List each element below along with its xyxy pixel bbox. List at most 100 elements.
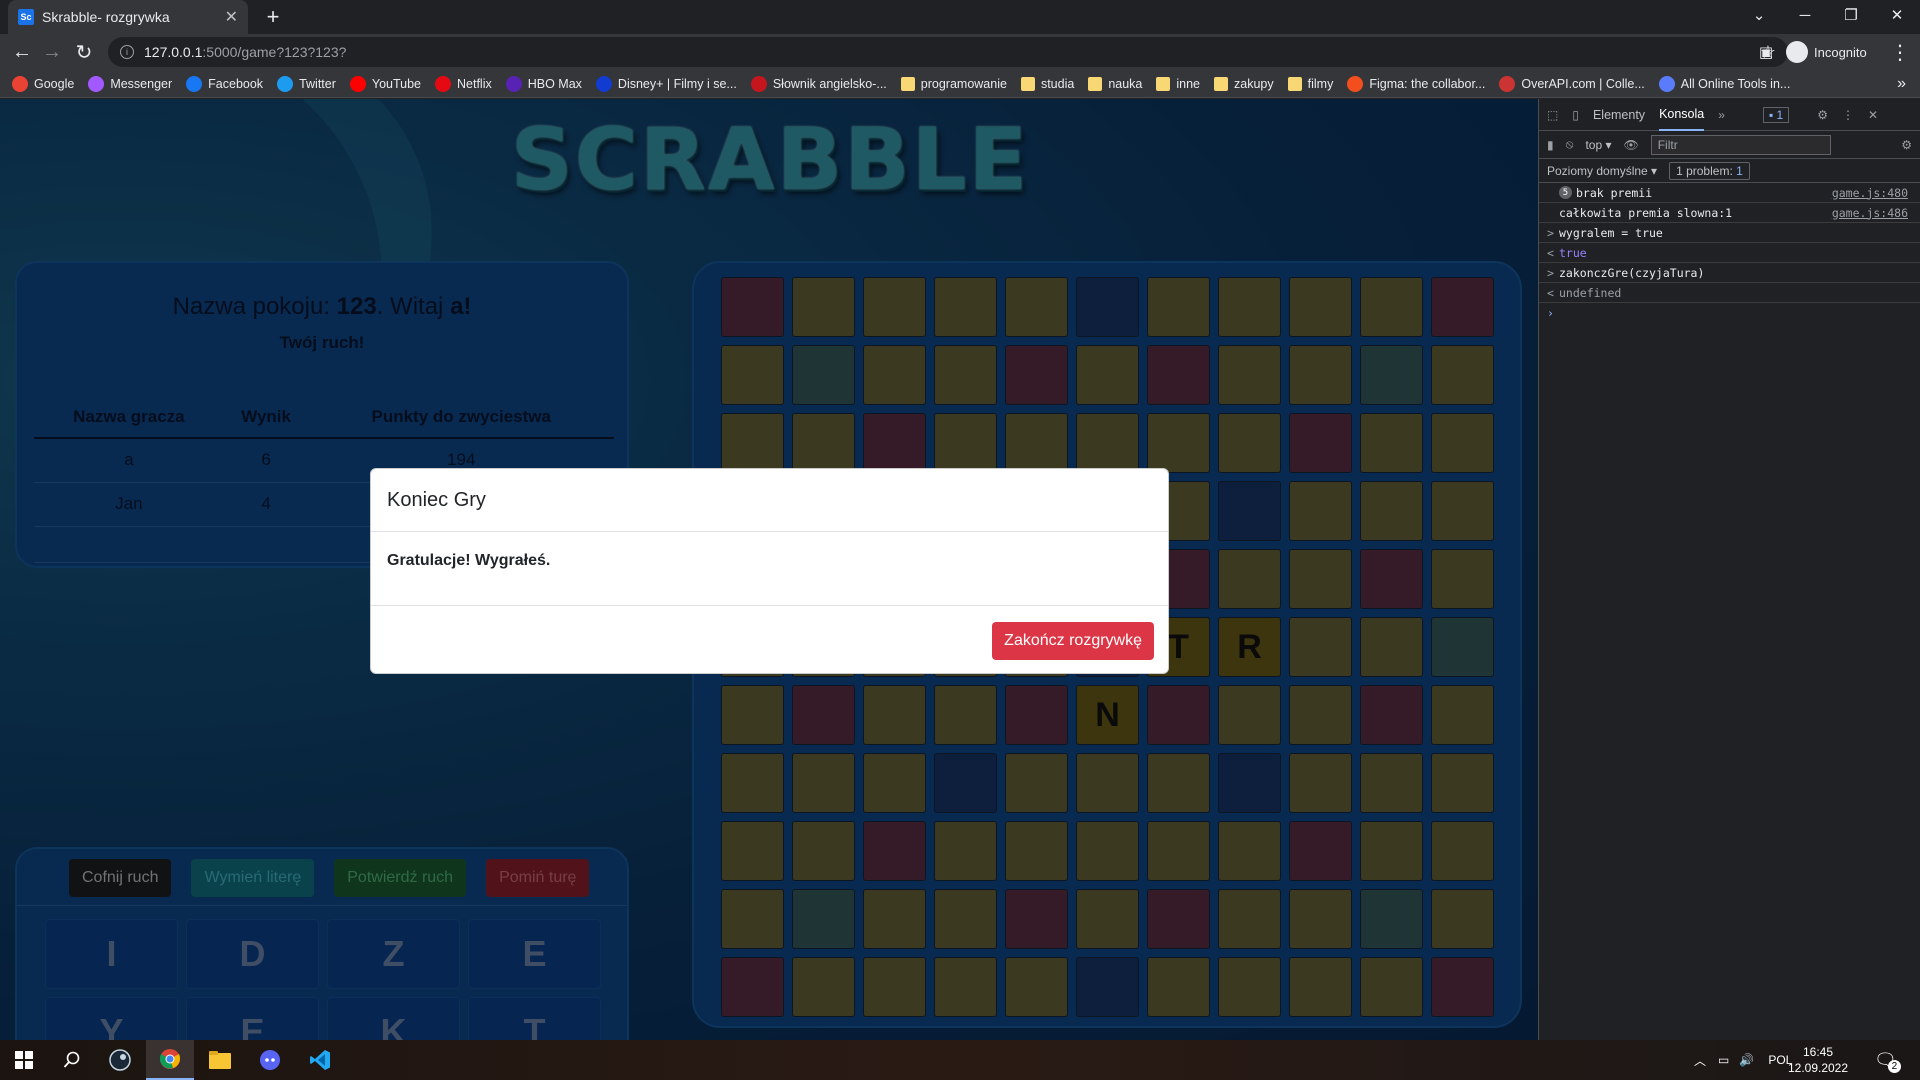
site-info-icon[interactable]: i — [120, 45, 134, 59]
bookmark-item[interactable]: zakupy — [1214, 76, 1274, 91]
device-toolbar-icon[interactable]: ▯ — [1572, 108, 1579, 122]
discord-icon[interactable] — [246, 1040, 294, 1080]
bookmark-item[interactable]: Netflix — [435, 75, 492, 92]
tab-strip: Sc Skrabble- rozgrywka ✕ + ⌄ ─ ❐ ✕ — [0, 0, 1920, 34]
inspect-icon[interactable]: ⬚ — [1547, 108, 1558, 122]
file-explorer-icon[interactable] — [196, 1040, 244, 1080]
console-source-link[interactable]: game.js:486 — [1832, 206, 1908, 220]
bookmark-label: YouTube — [371, 76, 421, 91]
back-arrow-icon[interactable]: ← — [8, 38, 36, 66]
bookmark-label: Twitter — [299, 76, 336, 91]
clock-date: 12.09.2022 — [1787, 1061, 1849, 1075]
filter-input[interactable]: Filtr — [1650, 134, 1831, 155]
modal-title: Koniec Gry — [371, 469, 1168, 532]
live-expression-eye-icon[interactable]: 👁 — [1623, 138, 1638, 152]
console-input[interactable]: › — [1539, 303, 1920, 323]
console-output: 5 brak premii game.js:480 całkowita premia … — [1539, 183, 1920, 323]
search-icon[interactable] — [48, 1040, 96, 1080]
browser-tab[interactable]: Sc Skrabble- rozgrywka ✕ — [8, 0, 248, 34]
bookmark-label: Netflix — [457, 76, 492, 91]
tray-chevron-icon[interactable]: ︿ — [1694, 1052, 1706, 1069]
levels-dropdown[interactable]: Poziomy domyślne ▾ — [1547, 164, 1657, 178]
network-icon[interactable]: ▭ — [1718, 1053, 1729, 1067]
tab-elements[interactable]: Elementy — [1593, 99, 1645, 131]
tab-console[interactable]: Konsola — [1659, 99, 1705, 131]
console-source-link[interactable]: game.js:480 — [1832, 186, 1908, 200]
bookmark-favicon-icon — [186, 75, 203, 92]
url-host: 127.0.0.1 — [144, 44, 203, 60]
close-tab-icon[interactable]: ✕ — [225, 7, 238, 27]
bookmark-item[interactable]: programowanie — [900, 76, 1007, 91]
console-settings-icon[interactable]: ⚙ — [1901, 138, 1912, 152]
modal-footer: Zakończ rozgrywkę — [371, 606, 1168, 673]
reload-icon[interactable]: ↻ — [70, 38, 98, 66]
bookmark-label: Facebook — [208, 76, 264, 91]
more-tabs-icon[interactable]: » — [1718, 108, 1725, 122]
bookmark-item[interactable]: YouTube — [349, 75, 421, 92]
bookmark-item[interactable]: Figma: the collabor... — [1347, 75, 1485, 92]
notification-count: 2 — [1887, 1059, 1901, 1073]
menu-kebab-icon[interactable]: ⋮ — [1886, 38, 1914, 66]
issues-button[interactable]: 1 problem: 1 — [1669, 161, 1750, 180]
clock[interactable]: 16:45 12.09.2022 — [1788, 1040, 1848, 1080]
profile-label: Incognito — [1814, 44, 1867, 60]
close-devtools-icon[interactable]: ✕ — [1868, 108, 1878, 122]
bookmark-favicon-icon — [349, 75, 366, 92]
bookmark-item[interactable]: Google — [12, 75, 74, 92]
windows-start-icon[interactable] — [0, 1040, 48, 1080]
levels-label: Poziomy domyślne — [1547, 163, 1648, 178]
bookmark-item[interactable]: HBO Max — [505, 75, 582, 92]
console-line: 5 brak premii game.js:480 — [1539, 183, 1920, 203]
forward-arrow-icon[interactable]: → — [38, 38, 66, 66]
url-path: :5000/game?123?123? — [202, 44, 347, 60]
bookmark-favicon-icon — [88, 75, 105, 92]
bookmark-label: OverAPI.com | Colle... — [1521, 76, 1645, 91]
volume-icon[interactable]: 🔊 — [1739, 1053, 1754, 1067]
bookmark-item[interactable]: Facebook — [186, 75, 264, 92]
address-bar[interactable]: i 127.0.0.1:5000/game?123?123? ☆ — [108, 37, 1788, 67]
bookmark-item[interactable]: nauka — [1088, 76, 1142, 91]
bookmark-item[interactable]: Messenger — [88, 75, 172, 92]
bookmark-item[interactable]: filmy — [1287, 76, 1333, 91]
console-line: < undefined — [1539, 283, 1920, 303]
clear-console-icon[interactable]: ⦸ — [1566, 137, 1574, 152]
new-tab-button[interactable]: + — [260, 4, 286, 30]
issues-badge[interactable]: ▪ 1 — [1762, 106, 1790, 123]
bookmark-item[interactable]: Disney+ | Filmy i se... — [595, 75, 737, 92]
folder-icon — [1020, 76, 1035, 91]
settings-gear-icon[interactable]: ⚙ — [1817, 108, 1828, 122]
console-prompt: < — [1547, 245, 1554, 260]
end-game-button[interactable]: Zakończ rozgrywkę — [992, 622, 1154, 660]
chrome-icon[interactable] — [146, 1040, 194, 1080]
console-line: całkowita premia slowna:1 game.js:486 — [1539, 203, 1920, 223]
close-window-button[interactable]: ✕ — [1874, 0, 1920, 30]
console-line: < true — [1539, 243, 1920, 263]
notifications-icon[interactable]: 🗨 2 — [1874, 1040, 1901, 1080]
context-select[interactable]: top ▾ — [1585, 138, 1611, 152]
bookmark-favicon-icon — [1658, 75, 1675, 92]
incognito-profile[interactable]: Incognito — [1786, 38, 1867, 66]
minimize-button[interactable]: ─ — [1782, 0, 1828, 30]
repeat-count-badge: 5 — [1559, 186, 1572, 199]
bookmark-item[interactable]: Słownik angielsko-... — [750, 75, 887, 92]
bookmark-label: inne — [1176, 76, 1201, 91]
windows-taskbar: ︿ ▭ 🔊 POL 16:45 12.09.2022 🗨 2 — [0, 1040, 1920, 1080]
sidebar-toggle-icon[interactable]: ▮ — [1547, 138, 1554, 152]
issues-badge-count: 1 — [1776, 107, 1784, 122]
bookmark-item[interactable]: All Online Tools in... — [1658, 75, 1790, 92]
bookmark-item[interactable]: inne — [1156, 76, 1201, 91]
bookmark-item[interactable]: OverAPI.com | Colle... — [1499, 75, 1645, 92]
devtools-menu-icon[interactable]: ⋮ — [1842, 108, 1854, 122]
game-page: SCRABBLE Nazwa pokoju: 123. Witaj a! Twó… — [0, 99, 1538, 1040]
console-message: zakonczGre(czyjaTura) — [1559, 265, 1705, 280]
steam-icon[interactable] — [96, 1040, 144, 1080]
vscode-icon[interactable] — [296, 1040, 344, 1080]
bookmark-favicon-icon — [435, 75, 451, 92]
tab-search-icon[interactable]: ⌄ — [1736, 0, 1782, 30]
bookmark-item[interactable]: studia — [1020, 76, 1074, 91]
bookmark-item[interactable]: Twitter — [277, 75, 336, 92]
restore-button[interactable]: ❐ — [1828, 0, 1874, 30]
bookmarks-overflow-icon[interactable]: » — [1897, 75, 1906, 93]
console-levels-row: Poziomy domyślne ▾ 1 problem: 1 — [1539, 159, 1920, 183]
side-panel-icon[interactable]: ▣ — [1752, 38, 1780, 66]
